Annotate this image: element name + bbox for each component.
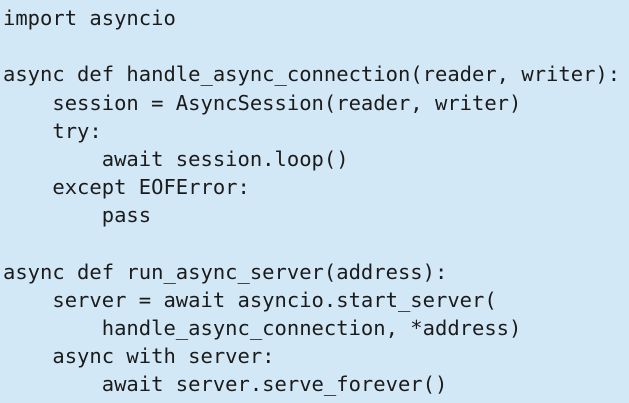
code-line: handle_async_connection, *address) [3, 316, 522, 341]
code-line: async with server: [3, 344, 275, 369]
code-line: async def run_async_server(address): [3, 259, 448, 284]
code-line: try: [3, 118, 102, 143]
code-line: server = await asyncio.start_server( [3, 287, 497, 312]
code-line: import asyncio [3, 6, 176, 30]
code-line: session = AsyncSession(reader, writer) [3, 90, 522, 115]
code-line: await server.serve_forever() [3, 372, 448, 397]
code-line: except EOFError: [3, 175, 250, 200]
code-line: await session.loop() [3, 146, 349, 171]
code-line: async def handle_async_connection(reader… [3, 62, 621, 87]
code-block: import asyncio async def handle_async_co… [0, 0, 629, 403]
code-line: pass [3, 203, 152, 228]
